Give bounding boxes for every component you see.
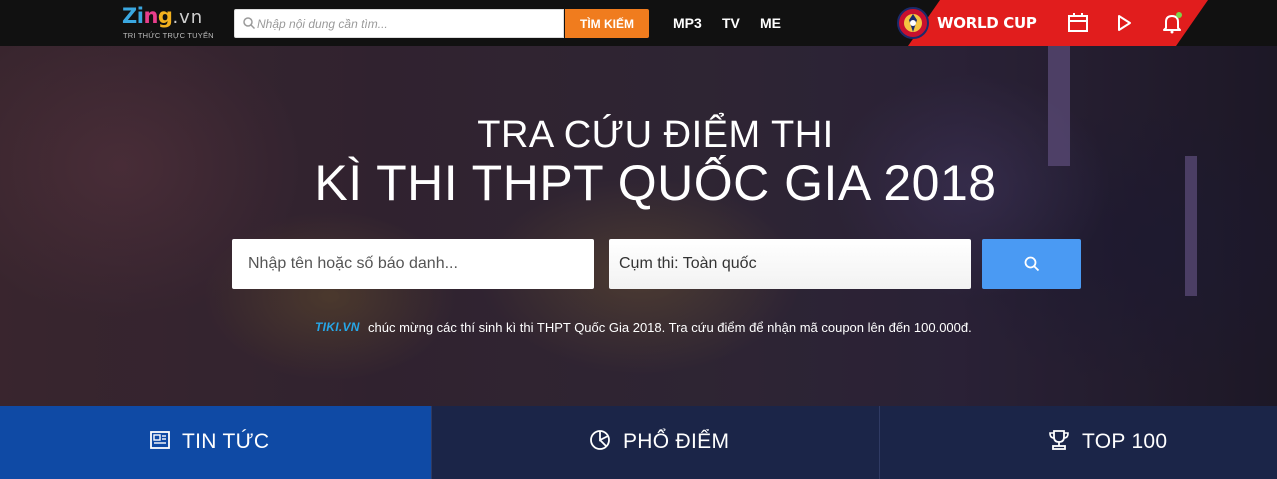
nav-me[interactable]: ME — [760, 15, 781, 31]
zing-logo[interactable]: Zing.vn TRI THỨC TRỰC TUYẾN — [122, 4, 222, 42]
hero-section: TRA CỨU ĐIỂM THI KÌ THI THPT QUỐC GIA 20… — [0, 46, 1277, 406]
calendar-icon[interactable] — [1066, 11, 1090, 35]
world-cup-label[interactable]: WORLD CUP — [937, 14, 1037, 32]
promo-banner: TIKI.VN chúc mừng các thí sinh kì thi TH… — [0, 318, 1277, 336]
news-icon — [150, 431, 170, 449]
results-tabs: TIN TỨC PHỔ ĐIỂM TOP 100 — [0, 406, 1277, 479]
search-icon — [1024, 256, 1040, 272]
name-or-id-input[interactable] — [232, 239, 594, 289]
hero-subtitle: KÌ THI THPT QUỐC GIA 2018 — [314, 155, 997, 211]
pie-chart-icon — [590, 430, 610, 450]
logo-zi: Zi — [122, 4, 144, 28]
tab-score-distribution-label: PHỔ ĐIỂM — [623, 430, 730, 453]
tab-news-label: TIN TỨC — [182, 430, 270, 453]
play-icon[interactable] — [1112, 11, 1136, 35]
score-search-button[interactable] — [982, 239, 1081, 289]
bell-icon[interactable] — [1160, 11, 1184, 35]
top-navbar: Zing.vn TRI THỨC TRỰC TUYẾN TÌM KIẾM MP3… — [0, 0, 1277, 46]
logo-tagline: TRI THỨC TRỰC TUYẾN — [123, 31, 214, 40]
site-search-input[interactable] — [234, 9, 564, 38]
promo-text: chúc mừng các thí sinh kì thi THPT Quốc … — [368, 320, 972, 335]
tab-score-distribution[interactable]: PHỔ ĐIỂM — [432, 406, 879, 479]
nav-tv[interactable]: TV — [722, 15, 740, 31]
logo-n: n — [143, 4, 158, 28]
hero-title: TRA CỨU ĐIỂM THI — [477, 114, 834, 156]
tab-news[interactable]: TIN TỨC — [0, 406, 431, 479]
logo-domain: .vn — [172, 7, 204, 28]
world-cup-ball-icon — [897, 7, 929, 39]
hero-overlay — [0, 46, 1277, 406]
exam-cluster-select[interactable]: Cụm thi: Toàn quốc — [609, 239, 971, 289]
tab-top-100[interactable]: TOP 100 — [880, 406, 1277, 479]
trophy-icon — [1049, 430, 1069, 450]
nav-mp3[interactable]: MP3 — [673, 15, 702, 31]
tiki-logo[interactable]: TIKI.VN — [315, 320, 360, 334]
search-icon — [243, 17, 256, 30]
logo-wordmark: Zing.vn — [122, 4, 203, 28]
site-search-button[interactable]: TÌM KIẾM — [565, 9, 649, 38]
logo-g: g — [157, 4, 173, 28]
tab-top-100-label: TOP 100 — [1082, 430, 1168, 453]
